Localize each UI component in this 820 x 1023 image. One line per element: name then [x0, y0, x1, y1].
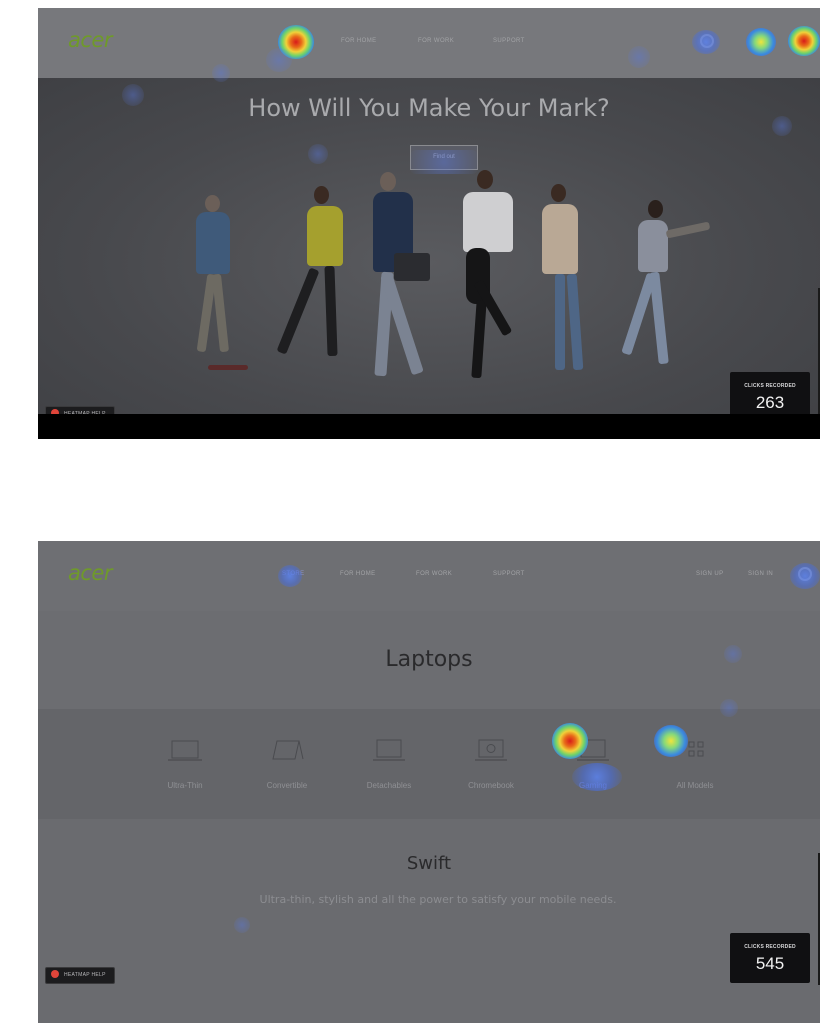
site-header: acer STORE FOR HOME FOR WORK SUPPORT SIG…	[38, 541, 820, 611]
heatmap-screenshot-laptops: acer STORE FOR HOME FOR WORK SUPPORT SIG…	[38, 541, 820, 1023]
category-label: Chromebook	[468, 781, 514, 790]
sign-up-link[interactable]: SIGN UP	[696, 571, 723, 577]
clicks-recorded-panel: CLICKS RECORDED 545	[730, 933, 810, 983]
cart-icon[interactable]	[798, 567, 812, 581]
nav-link-support[interactable]: SUPPORT	[493, 571, 525, 577]
category-band: Ultra-Thin Convertible Detachables Chrom…	[38, 709, 820, 819]
nav-link-store[interactable]: STORE	[282, 571, 305, 577]
category-label: Convertible	[266, 781, 308, 790]
product-band: Swift	[38, 819, 820, 1023]
acer-logo[interactable]: acer	[68, 561, 112, 585]
nav-link-for-home[interactable]: FOR HOME	[340, 571, 376, 577]
site-header: acer FOR HOME FOR WORK SUPPORT	[38, 8, 820, 78]
category-label: All Models	[676, 781, 714, 790]
grid-icon	[688, 741, 704, 757]
account-icon[interactable]	[700, 34, 714, 48]
hero-cta-button[interactable]: Find out	[410, 145, 478, 170]
category-detachables[interactable]: Detachables	[344, 729, 434, 799]
clicks-recorded-count: 263	[755, 393, 785, 412]
category-gaming[interactable]: Gaming	[548, 729, 638, 799]
title-band: Laptops	[38, 611, 820, 709]
bottom-bar	[38, 414, 820, 439]
help-icon	[51, 970, 59, 979]
category-label: Ultra-Thin	[167, 781, 203, 790]
product-title: Swift	[406, 853, 452, 874]
sign-in-link[interactable]: SIGN IN	[748, 571, 773, 577]
category-ultra-thin[interactable]: Ultra-Thin	[140, 729, 230, 799]
heatmap-help-label: HEATMAP HELP	[64, 972, 106, 978]
clicks-recorded-count: 545	[755, 954, 785, 973]
acer-logo[interactable]: acer	[68, 28, 112, 52]
hero-banner: How Will You Make Your Mark? Find out CL…	[38, 78, 820, 422]
chromebook-icon	[475, 739, 507, 761]
nav-link-support[interactable]: SUPPORT	[493, 38, 525, 44]
clicks-recorded-label: CLICKS RECORDED	[744, 944, 796, 950]
cart-icon[interactable]	[796, 34, 810, 48]
category-label: Gaming	[578, 781, 607, 790]
section-title: Laptops	[385, 647, 473, 672]
product-description: Ultra-thin, stylish and all the power to…	[259, 893, 617, 906]
heatmap-help-button[interactable]: HEATMAP HELP	[45, 967, 115, 984]
heatmap-screenshot-home: acer FOR HOME FOR WORK SUPPORT How Will …	[38, 8, 820, 439]
category-convertible[interactable]: Convertible	[242, 729, 332, 799]
laptop-thin-icon	[168, 740, 202, 761]
nav-link-for-home[interactable]: FOR HOME	[341, 38, 377, 44]
laptop-convertible-icon	[272, 740, 304, 760]
hero-title: How Will You Make Your Mark?	[248, 94, 610, 122]
laptop-gaming-icon	[577, 739, 609, 761]
category-chromebook[interactable]: Chromebook	[446, 729, 536, 799]
nav-link-for-work[interactable]: FOR WORK	[416, 571, 452, 577]
clicks-recorded-label: CLICKS RECORDED	[744, 383, 796, 389]
category-all-models[interactable]: All Models	[650, 729, 740, 799]
laptop-detachable-icon	[373, 739, 405, 761]
search-icon[interactable]	[756, 34, 770, 48]
category-label: Detachables	[366, 781, 412, 790]
nav-link-for-work[interactable]: FOR WORK	[418, 38, 454, 44]
